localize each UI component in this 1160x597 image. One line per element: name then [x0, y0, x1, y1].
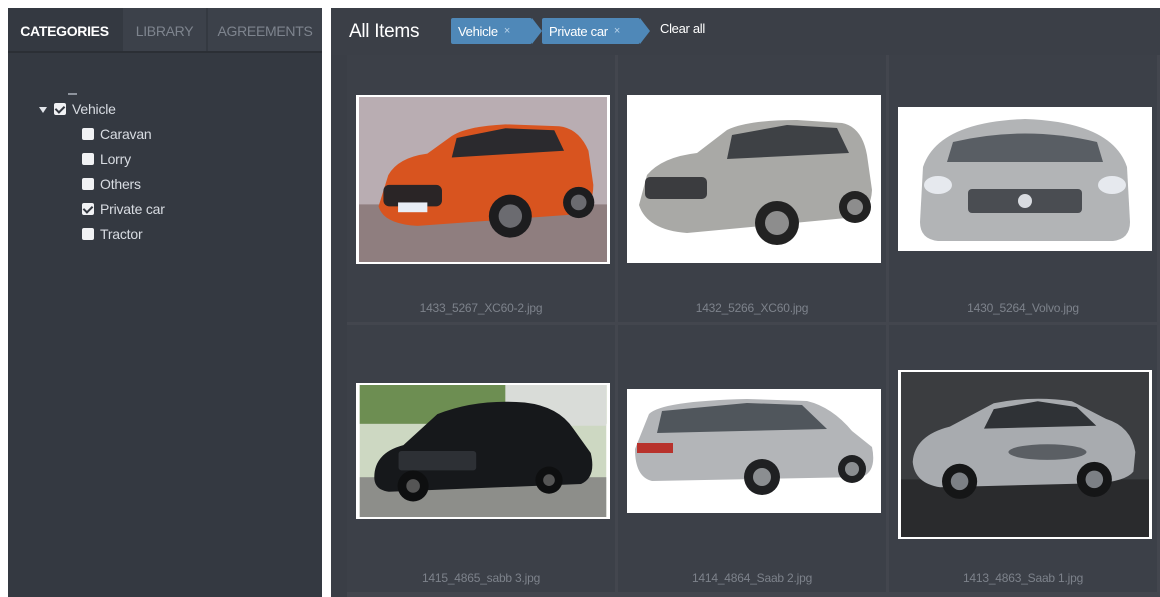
silver-suv-image: [627, 95, 881, 263]
item-filename: 1433_5267_XC60-2.jpg: [419, 301, 543, 315]
car-thumbnail[interactable]: [627, 95, 881, 263]
tabs-divider: [8, 51, 322, 53]
close-icon[interactable]: ×: [504, 25, 510, 37]
main-panel: All Items Vehicle × Private car × Clear …: [331, 8, 1160, 597]
filter-chip-label: Private car: [549, 23, 608, 39]
filter-chip-vehicle[interactable]: Vehicle ×: [451, 18, 542, 44]
item-filename: 1414_4864_Saab 2.jpg: [691, 571, 813, 585]
tab-library[interactable]: LIBRARY: [123, 8, 206, 51]
silver-car-front-image: [898, 107, 1152, 251]
item-filename: 1413_4863_Saab 1.jpg: [962, 571, 1084, 585]
checkbox-tractor[interactable]: [82, 228, 94, 240]
tree-item-label: Caravan: [100, 126, 152, 142]
grid-item[interactable]: 1432_5266_XC60.jpg: [618, 55, 886, 322]
checkbox-caravan[interactable]: [82, 128, 94, 140]
page-title: All Items: [349, 21, 420, 42]
car-thumbnail[interactable]: [356, 95, 610, 264]
grid-item[interactable]: 1430_5264_Volvo.jpg: [889, 55, 1157, 322]
tree-item-tractor[interactable]: Tractor: [82, 223, 143, 245]
tree-item-label: Others: [100, 176, 141, 192]
silver-wagon-image: [627, 389, 881, 513]
car-thumbnail[interactable]: [627, 389, 881, 513]
tree-item-lorry[interactable]: Lorry: [82, 148, 131, 170]
grid-item[interactable]: 1413_4863_Saab 1.jpg: [889, 325, 1157, 592]
grid-item[interactable]: 1415_4865_sabb 3.jpg: [347, 325, 615, 592]
tree-item-label: Vehicle: [72, 101, 116, 117]
tree-item-label: Lorry: [100, 151, 131, 167]
sidebar-tabs: CATEGORIES LIBRARY AGREEMENTS: [8, 8, 322, 51]
tree-item-label: Private car: [100, 201, 165, 217]
black-classic-car-image: [359, 385, 607, 517]
tree-root-line: [68, 93, 77, 95]
tree-item-label: Tractor: [100, 226, 143, 242]
checkbox-others[interactable]: [82, 178, 94, 190]
filter-chip-private-car[interactable]: Private car ×: [542, 18, 650, 44]
tree-item-private-car[interactable]: Private car: [82, 198, 165, 220]
tree-item-vehicle[interactable]: Vehicle: [39, 98, 116, 120]
item-filename: 1432_5266_XC60.jpg: [695, 301, 809, 315]
filter-chip-label: Vehicle: [458, 23, 498, 39]
tree-item-caravan[interactable]: Caravan: [82, 123, 152, 145]
car-thumbnail[interactable]: [898, 107, 1152, 251]
clear-all-link[interactable]: Clear all: [660, 21, 705, 36]
grid-item[interactable]: 1414_4864_Saab 2.jpg: [618, 325, 886, 592]
grid-item[interactable]: 1433_5267_XC60-2.jpg: [347, 55, 615, 322]
car-thumbnail[interactable]: [898, 370, 1152, 539]
checkbox-vehicle[interactable]: [54, 103, 66, 115]
close-icon[interactable]: ×: [614, 25, 620, 37]
orange-suv-image: [359, 97, 607, 262]
items-grid: 1433_5267_XC60-2.jpg 1432_5266_XC60.jpg: [347, 55, 1160, 597]
sidebar: CATEGORIES LIBRARY AGREEMENTS Vehicle Ca…: [8, 8, 322, 597]
tab-categories[interactable]: CATEGORIES: [8, 8, 121, 51]
expand-caret-icon[interactable]: [39, 106, 47, 113]
filter-bar: All Items Vehicle × Private car × Clear …: [331, 8, 1160, 55]
silver-sedan-image: [901, 372, 1149, 537]
item-filename: 1430_5264_Volvo.jpg: [967, 301, 1079, 315]
tree-item-others[interactable]: Others: [82, 173, 141, 195]
car-thumbnail[interactable]: [356, 383, 610, 519]
checkbox-lorry[interactable]: [82, 153, 94, 165]
tab-agreements[interactable]: AGREEMENTS: [208, 8, 322, 51]
checkbox-private-car[interactable]: [82, 203, 94, 215]
item-filename: 1415_4865_sabb 3.jpg: [421, 571, 541, 585]
